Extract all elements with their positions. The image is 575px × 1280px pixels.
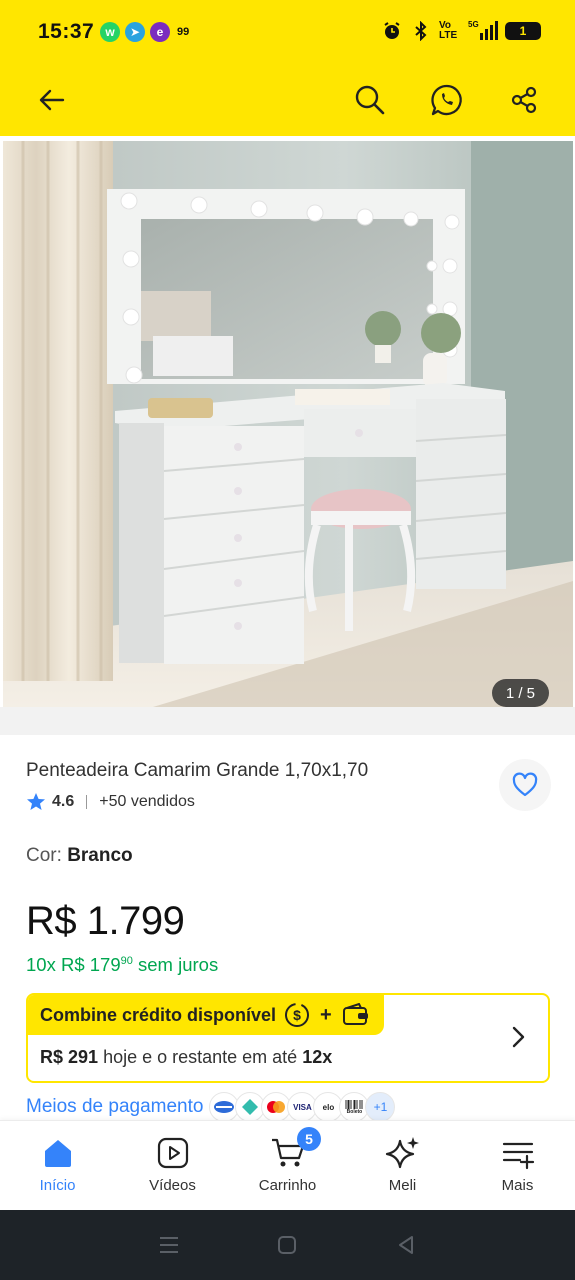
payment-methods-link[interactable]: Meios de pagamento bbox=[26, 1096, 203, 1118]
rating-separator bbox=[86, 795, 88, 809]
bluetooth-icon bbox=[410, 20, 432, 42]
home-icon bbox=[40, 1135, 76, 1171]
nav-cart-label: Carrinho bbox=[258, 1177, 317, 1194]
back-system-button[interactable] bbox=[391, 1230, 421, 1260]
nav-meli[interactable]: Meli bbox=[345, 1121, 460, 1210]
price: R$ 1.799 bbox=[26, 899, 185, 943]
credit-title: Combine crédito disponível bbox=[40, 1004, 277, 1025]
status-bar: 15:37 w ➤ e 99 Vo LTE 5G 1 bbox=[0, 0, 575, 64]
payment-methods-row: Meios de pagamento visa elo boleto +1 bbox=[26, 1092, 396, 1122]
share-icon bbox=[511, 86, 537, 114]
payment-icons: visa elo boleto +1 bbox=[209, 1092, 396, 1122]
signal-icon: 5G bbox=[468, 20, 498, 42]
heart-icon bbox=[512, 772, 538, 797]
credit-middle-text: hoje e o restante em até bbox=[103, 1047, 298, 1067]
installments-cents: 90 bbox=[120, 955, 133, 967]
product-image-gallery[interactable]: 1 / 5 bbox=[3, 141, 573, 707]
play-icon bbox=[155, 1135, 191, 1171]
credit-header: Combine crédito disponível $ + bbox=[28, 995, 384, 1035]
recent-apps-button[interactable] bbox=[154, 1230, 184, 1260]
nav-videos-label: Vídeos bbox=[149, 1177, 196, 1194]
nav-home-label: Início bbox=[39, 1177, 76, 1194]
search-icon bbox=[355, 85, 385, 115]
product-title: Penteadeira Camarim Grande 1,70x1,70 bbox=[26, 760, 369, 781]
nav-videos[interactable]: Vídeos bbox=[115, 1121, 230, 1210]
app-notification-icon: e bbox=[150, 22, 170, 42]
back-button[interactable] bbox=[30, 78, 74, 122]
more-payment-methods: +1 bbox=[365, 1092, 396, 1122]
credit-arrow bbox=[506, 1025, 530, 1049]
bottom-navigation: Início Vídeos 5 Carrinho Meli Mais bbox=[0, 1120, 575, 1210]
rating-value: 4.6 bbox=[52, 793, 75, 810]
image-counter: 1 / 5 bbox=[491, 679, 549, 707]
menu-plus-icon bbox=[500, 1135, 536, 1171]
nav-more-label: Mais bbox=[501, 1177, 534, 1194]
credit-plus: + bbox=[320, 1003, 332, 1026]
home-system-button[interactable] bbox=[272, 1230, 302, 1260]
square-home-icon bbox=[278, 1236, 297, 1254]
wallet-icon bbox=[342, 1003, 368, 1025]
boleto-label: boleto bbox=[346, 1108, 363, 1115]
volte-label: Vo LTE bbox=[439, 20, 458, 41]
combine-credit-card[interactable]: Combine crédito disponível $ + R$ 291 ho… bbox=[26, 993, 550, 1083]
sparkle-icon bbox=[385, 1135, 421, 1171]
credit-amount: R$ 291 bbox=[40, 1047, 99, 1067]
nav-home[interactable]: Início bbox=[0, 1121, 115, 1210]
system-navigation-bar bbox=[0, 1210, 575, 1280]
color-label: Cor: bbox=[26, 845, 62, 866]
status-time: 15:37 bbox=[38, 20, 95, 43]
telegram-notification-icon: ➤ bbox=[125, 22, 145, 42]
notification-count: 99 bbox=[177, 26, 190, 38]
nav-more[interactable]: Mais bbox=[460, 1121, 575, 1210]
rating-row[interactable]: 4.6 +50 vendidos bbox=[26, 792, 195, 812]
star-icon bbox=[27, 793, 45, 810]
system-status-icons: Vo LTE 5G 1 bbox=[381, 20, 541, 42]
arrow-left-icon bbox=[39, 89, 65, 111]
credit-description: R$ 291 hoje e o restante em até 12x bbox=[40, 1047, 332, 1068]
share-button[interactable] bbox=[502, 78, 546, 122]
whatsapp-icon bbox=[431, 84, 462, 116]
search-button[interactable] bbox=[348, 78, 392, 122]
product-photo bbox=[3, 141, 573, 707]
whatsapp-notification-icon: w bbox=[100, 22, 120, 42]
recents-icon bbox=[160, 1237, 179, 1253]
battery-indicator: 1 bbox=[505, 22, 541, 40]
triangle-back-icon bbox=[398, 1236, 413, 1254]
section-divider bbox=[0, 707, 575, 735]
nav-cart[interactable]: 5 Carrinho bbox=[230, 1121, 345, 1210]
installments-amount: 10x R$ 179 bbox=[26, 954, 121, 975]
coin-icon: $ bbox=[285, 1003, 310, 1027]
whatsapp-share-button[interactable] bbox=[425, 78, 469, 122]
nav-meli-label: Meli bbox=[388, 1177, 417, 1194]
notification-icons: w ➤ e 99 bbox=[100, 22, 189, 42]
alarm-icon bbox=[381, 20, 403, 42]
cart-badge: 5 bbox=[297, 1127, 321, 1151]
color-selector[interactable]: Cor: Branco bbox=[26, 845, 133, 867]
svg-text:$: $ bbox=[293, 1007, 301, 1023]
color-value: Branco bbox=[67, 845, 133, 866]
credit-times: 12x bbox=[302, 1047, 333, 1067]
app-header bbox=[0, 64, 575, 136]
favorite-button[interactable] bbox=[499, 759, 551, 811]
installments: 10x R$ 17990 sem juros bbox=[26, 954, 218, 976]
chevron-right-icon bbox=[512, 1026, 525, 1048]
installments-suffix: sem juros bbox=[138, 954, 219, 975]
sold-count: +50 vendidos bbox=[99, 793, 195, 810]
